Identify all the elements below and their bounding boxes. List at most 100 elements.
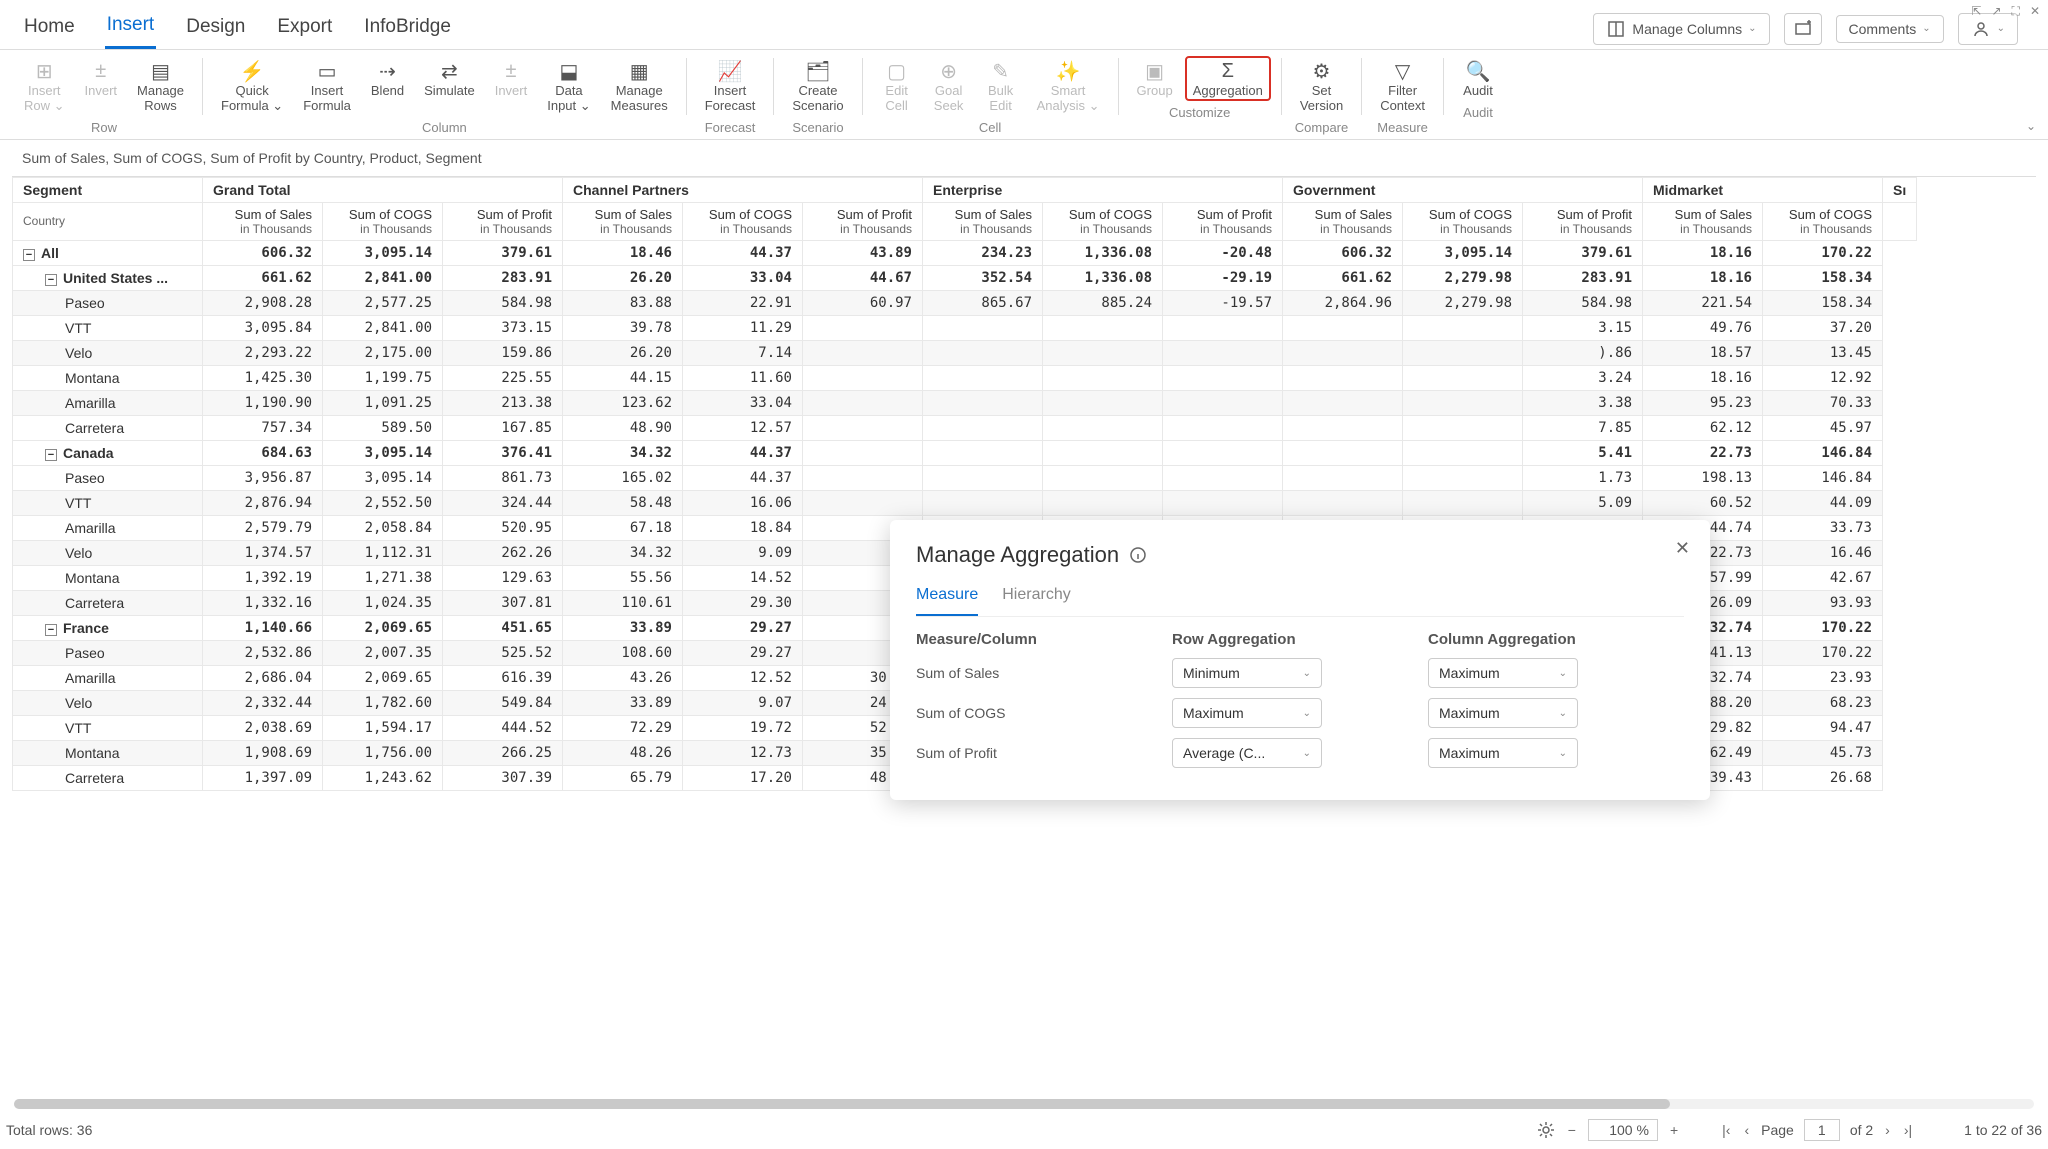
col-aggregation-select[interactable]: Maximum⌄ xyxy=(1428,738,1578,768)
zoom-level[interactable]: 100 % xyxy=(1588,1119,1658,1141)
table-row[interactable]: VTT3,095.842,841.00373.1539.7811.293.154… xyxy=(13,315,1917,340)
tab-export[interactable]: Export xyxy=(275,10,334,48)
tab-design[interactable]: Design xyxy=(184,10,247,48)
window-controls: ⇱ ↗ ⛶ ✕ xyxy=(1971,4,2040,19)
zoom-out-button[interactable]: − xyxy=(1566,1122,1578,1138)
table-row[interactable]: −All606.323,095.14379.6118.4644.3743.892… xyxy=(13,240,1917,265)
group-icon: ▣ xyxy=(1145,58,1164,84)
ribbon-group-customize: Customize xyxy=(1169,101,1230,122)
status-bar: Total rows: 36 − 100 % + |‹ ‹ Page 1 of … xyxy=(6,1119,2042,1141)
simulate-icon: ⇄ xyxy=(441,58,458,84)
ribbon-simulate[interactable]: ⇄Simulate xyxy=(416,56,483,116)
ribbon-data-input[interactable]: ⬓DataInput ⌄ xyxy=(539,56,598,116)
modal-tab-measure[interactable]: Measure xyxy=(916,586,978,616)
table-row[interactable]: −United States ...661.622,841.00283.9126… xyxy=(13,265,1917,290)
col-aggregation-select[interactable]: Maximum⌄ xyxy=(1428,658,1578,688)
insert-row-icon: ⊞ xyxy=(36,58,53,84)
quick-formula-icon: ⚡ xyxy=(240,58,265,84)
gear-icon[interactable] xyxy=(1536,1120,1556,1140)
comments-button[interactable]: Comments⌄ xyxy=(1836,15,1944,43)
table-row[interactable]: −Canada684.633,095.14376.4134.3244.375.4… xyxy=(13,440,1917,465)
goal-seek-icon: ⊕ xyxy=(940,58,957,84)
close-icon[interactable]: ✕ xyxy=(2030,4,2040,19)
table-row[interactable]: Montana1,425.301,199.75225.5544.1511.603… xyxy=(13,365,1917,390)
close-icon[interactable]: ✕ xyxy=(1675,538,1690,559)
page-input[interactable]: 1 xyxy=(1804,1119,1840,1141)
ribbon-invert: ±Invert xyxy=(77,56,126,116)
manage-columns-button[interactable]: Manage Columns⌄ xyxy=(1593,13,1769,45)
table-row[interactable]: Amarilla1,190.901,091.25213.38123.6233.0… xyxy=(13,390,1917,415)
ribbon-create-scenario[interactable]: 🗂CreateScenario xyxy=(784,56,851,116)
pin-icon[interactable]: ⇱ xyxy=(1971,4,1981,19)
last-page-button[interactable]: ›| xyxy=(1902,1122,1914,1138)
columns-icon xyxy=(1606,19,1626,39)
ribbon-goal-seek: ⊕GoalSeek xyxy=(925,56,973,116)
page-of-label: of 2 xyxy=(1850,1122,1873,1138)
data-input-icon: ⬓ xyxy=(559,58,578,84)
filter-context-icon: ▽ xyxy=(1395,58,1410,84)
breadcrumb: Sum of Sales, Sum of COGS, Sum of Profit… xyxy=(0,140,2048,176)
collapse-icon[interactable]: − xyxy=(45,449,57,461)
col-aggregation-select[interactable]: Maximum⌄ xyxy=(1428,698,1578,728)
dialog-title: Manage Aggregation xyxy=(916,542,1684,568)
ribbon: ⊞InsertRow ⌄±Invert▤ManageRowsRow⚡QuickF… xyxy=(0,50,2048,140)
ribbon-set-version[interactable]: ⚙SetVersion xyxy=(1292,56,1351,116)
ribbon-group-cell: Cell xyxy=(979,116,1001,137)
tab-infobridge[interactable]: InfoBridge xyxy=(362,10,453,48)
collapse-icon[interactable]: − xyxy=(45,624,57,636)
user-icon xyxy=(1971,19,1991,39)
ribbon-quick-formula[interactable]: ⚡QuickFormula ⌄ xyxy=(213,56,291,116)
modal-tab-hierarchy[interactable]: Hierarchy xyxy=(1002,586,1070,616)
info-icon[interactable] xyxy=(1129,546,1147,564)
row-aggregation-select[interactable]: Maximum⌄ xyxy=(1172,698,1322,728)
expand-icon[interactable]: ⛶ xyxy=(2012,4,2020,19)
ribbon-group-measure: Measure xyxy=(1377,116,1428,137)
row-range-label: 1 to 22 of 36 xyxy=(1964,1122,2042,1138)
ribbon-group-compare: Compare xyxy=(1295,116,1348,137)
comment-add-icon xyxy=(1793,19,1813,39)
ribbon-manage-rows[interactable]: ▤ManageRows xyxy=(129,56,192,116)
col-header-colagg: Column Aggregation xyxy=(1428,631,1684,648)
collapse-icon[interactable]: − xyxy=(45,274,57,286)
ribbon-edit-cell: ▢EditCell xyxy=(873,56,921,116)
measure-label: Sum of Profit xyxy=(916,745,1172,761)
row-aggregation-select[interactable]: Minimum⌄ xyxy=(1172,658,1322,688)
table-row[interactable]: Paseo3,956.873,095.14861.73165.0244.371.… xyxy=(13,465,1917,490)
tab-insert[interactable]: Insert xyxy=(105,8,157,49)
tab-home[interactable]: Home xyxy=(22,10,77,48)
collapse-icon[interactable]: − xyxy=(23,249,35,261)
table-row[interactable]: VTT2,876.942,552.50324.4458.4816.065.096… xyxy=(13,490,1917,515)
first-page-button[interactable]: |‹ xyxy=(1720,1122,1732,1138)
measure-label: Sum of COGS xyxy=(916,705,1172,721)
ribbon-group-column: Column xyxy=(422,116,467,137)
row-aggregation-select[interactable]: Average (C...⌄ xyxy=(1172,738,1322,768)
ribbon-group-scenario: Scenario xyxy=(792,116,843,137)
zoom-in-button[interactable]: + xyxy=(1668,1122,1680,1138)
ribbon-manage-measures[interactable]: ▦ManageMeasures xyxy=(603,56,676,116)
table-row[interactable]: Velo2,293.222,175.00159.8626.207.14).861… xyxy=(13,340,1917,365)
ribbon-group-forecast: Forecast xyxy=(705,116,756,137)
ribbon-group-row: Row xyxy=(91,116,117,137)
insert-formula-icon: ▭ xyxy=(318,58,337,84)
measure-label: Sum of Sales xyxy=(916,665,1172,681)
add-comment-button[interactable] xyxy=(1784,13,1822,45)
horizontal-scrollbar[interactable] xyxy=(14,1099,2034,1109)
next-page-button[interactable]: › xyxy=(1883,1122,1892,1138)
ribbon-aggregation[interactable]: ΣAggregation xyxy=(1185,56,1271,101)
ribbon-audit[interactable]: 🔍Audit xyxy=(1454,56,1502,101)
ribbon-group-audit: Audit xyxy=(1463,101,1493,122)
set-version-icon: ⚙ xyxy=(1313,58,1331,84)
prev-page-button[interactable]: ‹ xyxy=(1742,1122,1751,1138)
ribbon-filter-context[interactable]: ▽FilterContext xyxy=(1372,56,1433,116)
invert-col-icon: ± xyxy=(505,58,516,84)
table-row[interactable]: Paseo2,908.282,577.25584.9883.8822.9160.… xyxy=(13,290,1917,315)
ribbon-collapse-icon[interactable]: ⌄ xyxy=(2026,119,2036,133)
ribbon-insert-formula[interactable]: ▭InsertFormula xyxy=(295,56,359,116)
ribbon-blend[interactable]: ⇢Blend xyxy=(363,56,412,116)
page-label: Page xyxy=(1761,1122,1794,1138)
table-row[interactable]: Carretera757.34589.50167.8548.9012.577.8… xyxy=(13,415,1917,440)
col-header-measure: Measure/Column xyxy=(916,631,1172,648)
ribbon-insert-forecast[interactable]: 📈InsertForecast xyxy=(697,56,764,116)
restore-icon[interactable]: ↗ xyxy=(1991,4,2001,19)
ribbon-invert-col: ±Invert xyxy=(487,56,536,116)
